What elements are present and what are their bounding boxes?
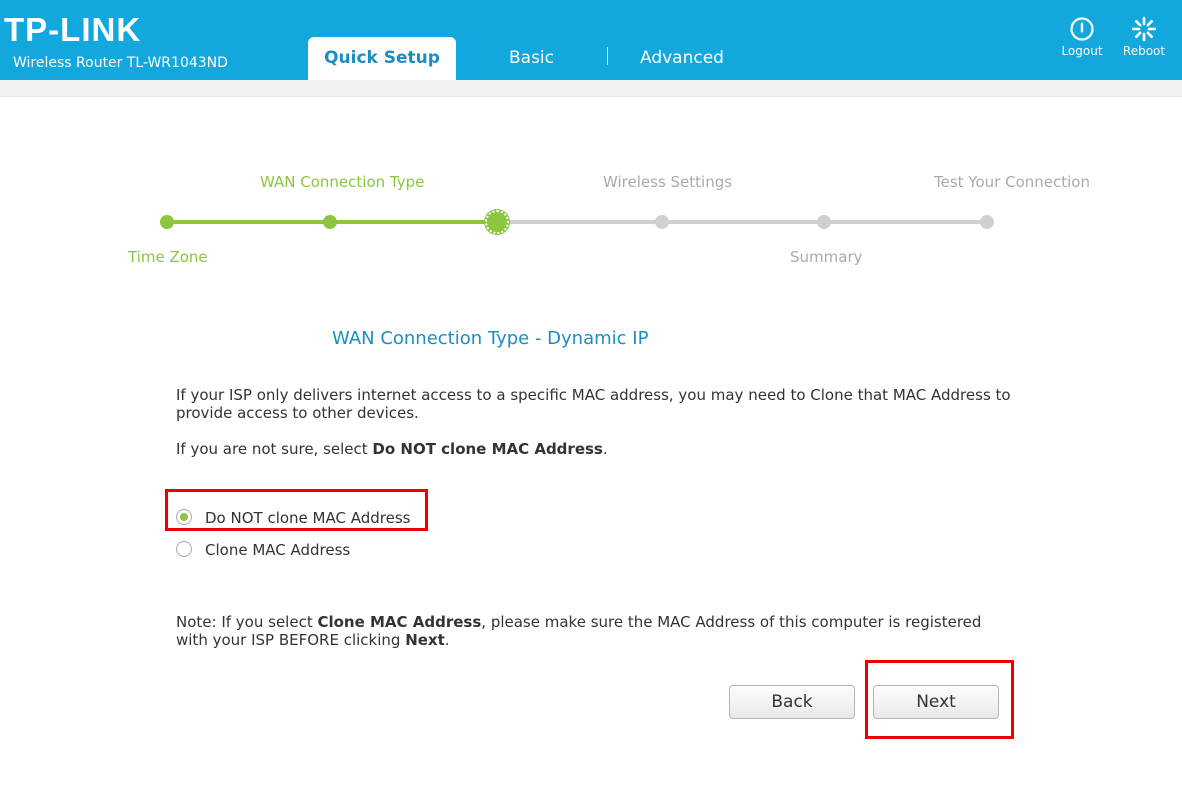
logout-label: Logout (1061, 44, 1103, 58)
back-button[interactable]: Back (729, 685, 855, 719)
note-bold-next: Next (405, 631, 445, 649)
reboot-button[interactable]: Reboot (1114, 16, 1174, 58)
hint-prefix: If you are not sure, select (176, 440, 373, 458)
brand-logo: TP-LINK (4, 11, 142, 48)
radio-label: Clone MAC Address (205, 541, 351, 559)
mac-info-text: If your ISP only delivers internet acces… (176, 386, 1011, 422)
step-dot (817, 215, 831, 229)
page-title: WAN Connection Type - Dynamic IP (332, 328, 649, 349)
router-model: Wireless Router TL-WR1043ND (13, 55, 228, 71)
step-dot (323, 215, 337, 229)
step-label-wan: WAN Connection Type (260, 173, 425, 191)
tab-divider (607, 47, 608, 65)
step-label-test: Test Your Connection (934, 173, 1090, 191)
setup-progress: WAN Connection Type Wireless Settings Te… (0, 160, 1182, 280)
step-dot (160, 215, 174, 229)
reboot-label: Reboot (1122, 44, 1166, 58)
reboot-icon (1132, 16, 1156, 42)
highlight-box-next (865, 660, 1014, 739)
sub-header-band (0, 80, 1182, 97)
note-prefix: Note: If you select (176, 613, 318, 631)
radio-clone-mac[interactable]: Clone MAC Address (176, 541, 350, 559)
progress-line-todo (497, 220, 988, 224)
note-text: Note: If you select Clone MAC Address, p… (176, 613, 1016, 649)
power-icon (1070, 17, 1094, 41)
tab-advanced[interactable]: Advanced (640, 37, 724, 80)
step-label-timezone: Time Zone (128, 248, 208, 266)
hint-bold: Do NOT clone MAC Address (372, 440, 603, 458)
step-dot-current (485, 210, 509, 234)
tab-basic[interactable]: Basic (509, 37, 554, 80)
logout-button[interactable]: Logout (1052, 16, 1112, 58)
tab-quick-setup[interactable]: Quick Setup (308, 37, 456, 80)
top-header: TP-LINK Wireless Router TL-WR1043ND Quic… (0, 0, 1182, 80)
highlight-box-option (165, 489, 428, 531)
step-label-wireless: Wireless Settings (603, 173, 733, 191)
hint-suffix: . (602, 440, 608, 458)
step-label-summary: Summary (790, 248, 863, 266)
note-bold-clone: Clone MAC Address (317, 613, 482, 631)
mac-hint-text: If you are not sure, select Do NOT clone… (176, 440, 1016, 458)
step-dot (655, 215, 669, 229)
note-suffix: . (444, 631, 450, 649)
radio-button[interactable] (176, 541, 192, 557)
step-dot (980, 215, 994, 229)
